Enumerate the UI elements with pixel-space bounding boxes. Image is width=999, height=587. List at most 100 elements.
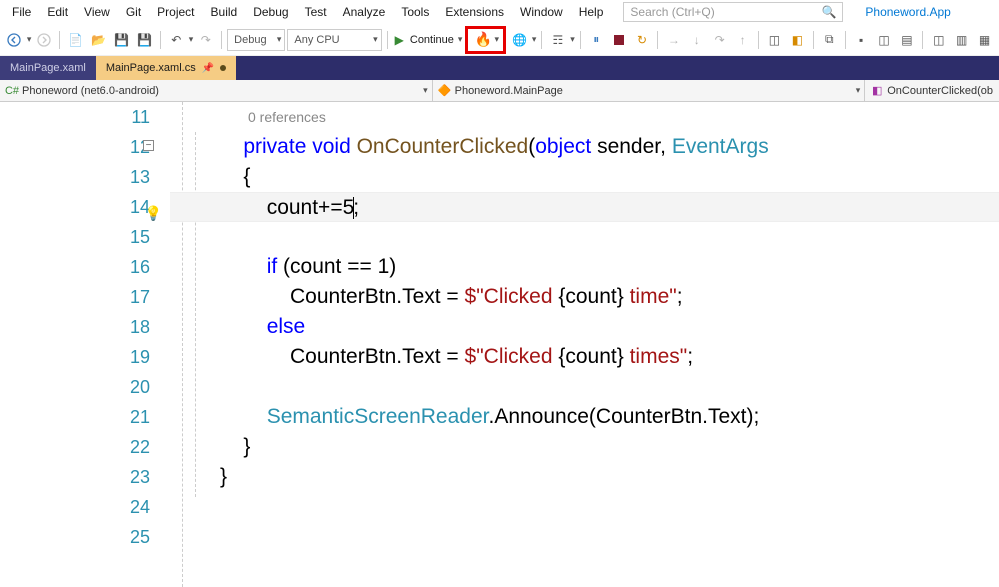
pin-icon[interactable]: 📌	[202, 63, 214, 74]
menu-bar: File Edit View Git Project Build Debug T…	[0, 0, 999, 24]
solution-label[interactable]: Phoneword.App	[857, 2, 958, 22]
continue-dropdown[interactable]: ▾	[458, 34, 463, 45]
find-dropdown[interactable]: ▾	[570, 34, 575, 45]
code-area[interactable]: 0 references private void OnCounterClick…	[170, 102, 999, 587]
new-project-button[interactable]: 📄	[65, 29, 86, 51]
menu-help[interactable]: Help	[571, 2, 612, 22]
line-number: 18	[0, 312, 150, 342]
chevron-down-icon: ▾	[856, 85, 861, 96]
code-editor[interactable]: 11 12− 13 14💡 15 16 17 18 19 20 21 22 23…	[0, 102, 999, 587]
ide-win5-button[interactable]: ▥	[951, 29, 972, 51]
nav-member-dropdown[interactable]: ◧ OnCounterClicked(ob	[865, 80, 999, 101]
line-number: 17	[0, 282, 150, 312]
menu-git[interactable]: Git	[118, 2, 149, 22]
method-icon: ◧	[871, 85, 883, 97]
tab-mainpage-xaml[interactable]: MainPage.xaml	[0, 56, 96, 80]
tab-mainpage-xaml-cs[interactable]: MainPage.xaml.cs 📌	[96, 56, 236, 80]
chevron-down-icon: ▾	[423, 85, 428, 96]
undo-dropdown[interactable]: ▾	[189, 34, 194, 45]
line-number: 19	[0, 342, 150, 372]
codelens-references[interactable]: 0 references	[220, 102, 999, 132]
nav-project-label: Phoneword (net6.0-android)	[22, 85, 159, 97]
open-file-button[interactable]: 📂	[88, 29, 109, 51]
step-out-button: ↑	[732, 29, 753, 51]
ide-win4-button[interactable]: ◫	[928, 29, 949, 51]
menu-extensions[interactable]: Extensions	[437, 2, 512, 22]
menu-debug[interactable]: Debug	[245, 2, 296, 22]
code-line	[220, 372, 999, 402]
fold-minus-icon[interactable]: −	[143, 140, 154, 151]
nav-class-dropdown[interactable]: 🔶 Phoneword.MainPage ▾	[433, 80, 866, 101]
browser-link-button[interactable]: 🌐	[509, 29, 530, 51]
save-button[interactable]: 💾	[111, 29, 132, 51]
quick-search-input[interactable]: Search (Ctrl+Q) 🔍	[623, 2, 843, 22]
menu-test[interactable]: Test	[297, 2, 335, 22]
tab-label: MainPage.xaml	[10, 62, 86, 74]
code-line	[220, 492, 999, 522]
csharp-icon: C#	[6, 85, 18, 97]
menu-edit[interactable]: Edit	[39, 2, 76, 22]
code-line: CounterBtn.Text = $"Clicked {count} time…	[220, 282, 999, 312]
line-number: 20	[0, 372, 150, 402]
nav-back-dropdown[interactable]: ▾	[27, 34, 32, 45]
line-number: 12−	[0, 132, 150, 162]
step-over-button: ↷	[709, 29, 730, 51]
nav-member-label: OnCounterClicked(ob	[887, 85, 993, 97]
line-number: 14💡	[0, 192, 150, 222]
caret-icon	[353, 197, 354, 219]
continue-button[interactable]: Continue	[408, 34, 456, 46]
line-number: 15	[0, 222, 150, 252]
menu-window[interactable]: Window	[512, 2, 571, 22]
code-line: SemanticScreenReader.Announce(CounterBtn…	[220, 402, 999, 432]
menu-view[interactable]: View	[76, 2, 118, 22]
ide-win2-button[interactable]: ◫	[874, 29, 895, 51]
search-icon: 🔍	[821, 5, 836, 19]
stop-debug-button[interactable]	[609, 29, 630, 51]
continue-icon[interactable]: ▶	[395, 33, 404, 47]
line-number: 23	[0, 462, 150, 492]
search-placeholder: Search (Ctrl+Q)	[630, 5, 714, 19]
code-line: }	[220, 432, 999, 462]
tab-label: MainPage.xaml.cs	[106, 62, 196, 74]
restart-button[interactable]: ↻	[632, 29, 653, 51]
xaml-binding-failures-button[interactable]: ⧉	[819, 29, 840, 51]
redo-button: ↷	[195, 29, 216, 51]
menu-analyze[interactable]: Analyze	[335, 2, 394, 22]
undo-button[interactable]: ↶	[166, 29, 187, 51]
break-all-button[interactable]: ⏸	[586, 29, 607, 51]
nav-project-dropdown[interactable]: C# Phoneword (net6.0-android) ▾	[0, 80, 433, 101]
ide-win1-button[interactable]: ▪	[851, 29, 872, 51]
hot-reload-dropdown[interactable]: ▾	[494, 34, 499, 45]
solution-platform-dropdown[interactable]: Any CPU	[287, 29, 381, 51]
code-line: else	[220, 312, 999, 342]
line-number: 13	[0, 162, 150, 192]
code-navigation-bar: C# Phoneword (net6.0-android) ▾ 🔶 Phonew…	[0, 80, 999, 102]
ide-win3-button[interactable]: ▤	[896, 29, 917, 51]
browser-link-dropdown[interactable]: ▾	[532, 34, 537, 45]
step-into-button: ↓	[686, 29, 707, 51]
line-number: 24	[0, 492, 150, 522]
code-line: }	[220, 462, 999, 492]
line-number: 21	[0, 402, 150, 432]
live-visual-tree-button[interactable]: ◫	[764, 29, 785, 51]
document-tab-bar: MainPage.xaml MainPage.xaml.cs 📌	[0, 56, 999, 80]
menu-project[interactable]: Project	[149, 2, 202, 22]
nav-class-label: Phoneword.MainPage	[455, 85, 563, 97]
nav-back-button[interactable]	[4, 29, 25, 51]
line-number: 16	[0, 252, 150, 282]
line-number: 25	[0, 522, 150, 552]
save-all-button[interactable]: 💾	[134, 29, 155, 51]
solution-config-dropdown[interactable]: Debug	[227, 29, 285, 51]
menu-file[interactable]: File	[4, 2, 39, 22]
hot-reload-button[interactable]: 🔥	[472, 29, 494, 51]
live-property-button[interactable]: ◧	[787, 29, 808, 51]
dirty-indicator-icon	[220, 65, 226, 71]
menu-tools[interactable]: Tools	[393, 2, 437, 22]
nav-forward-button	[33, 29, 54, 51]
hot-reload-highlight: 🔥 ▾	[465, 26, 506, 54]
menu-build[interactable]: Build	[203, 2, 246, 22]
line-number: 22	[0, 432, 150, 462]
code-line: {	[220, 162, 999, 192]
ide-win6-button[interactable]: ▦	[974, 29, 995, 51]
find-in-files-button[interactable]: ☶	[547, 29, 568, 51]
